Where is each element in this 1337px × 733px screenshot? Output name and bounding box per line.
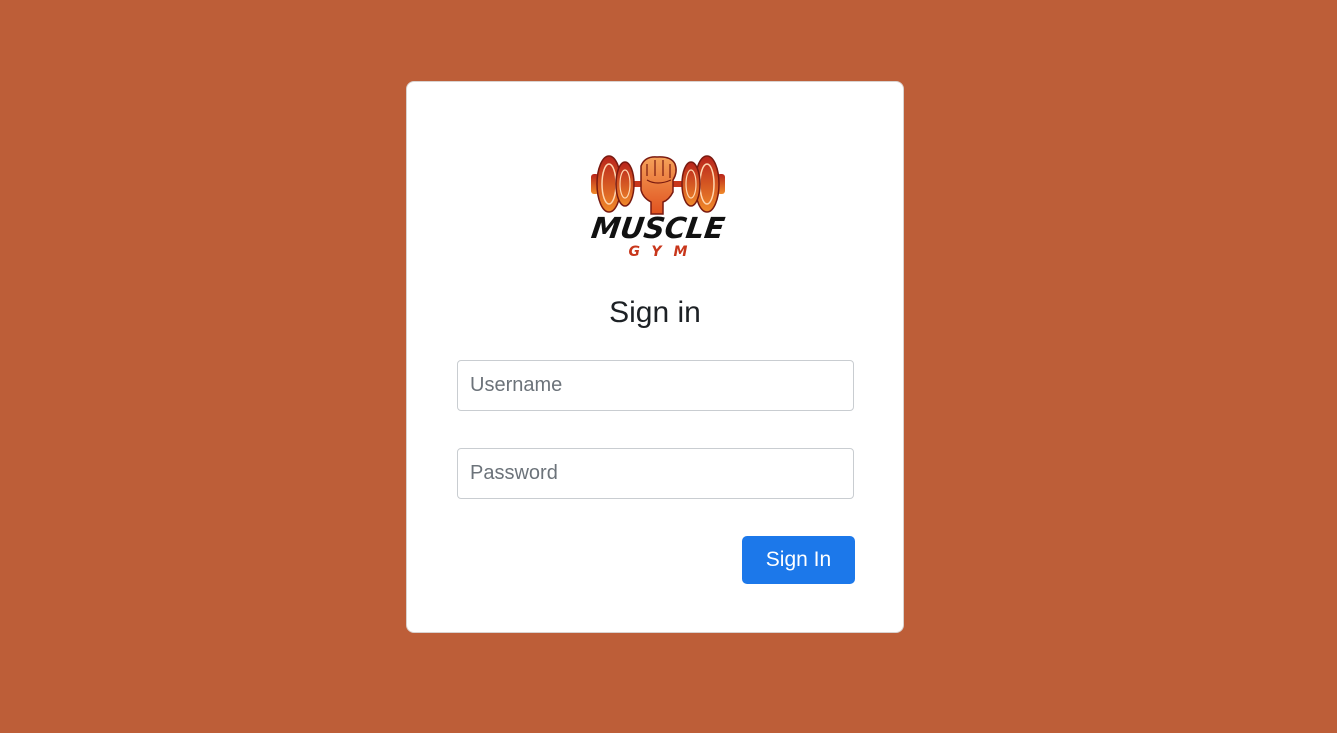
- logo-wordmark: MUSCLE: [589, 211, 727, 245]
- page-title: Sign in: [609, 296, 701, 329]
- dumbbell-fist-icon: [591, 155, 725, 215]
- username-input[interactable]: [457, 360, 854, 411]
- sign-in-button[interactable]: Sign In: [742, 536, 855, 584]
- gym-logo: MUSCLE GYM: [585, 150, 731, 268]
- login-card: MUSCLE GYM Sign in Sign In: [406, 81, 904, 633]
- logo-subword: GYM: [628, 244, 700, 260]
- password-input[interactable]: [457, 448, 854, 499]
